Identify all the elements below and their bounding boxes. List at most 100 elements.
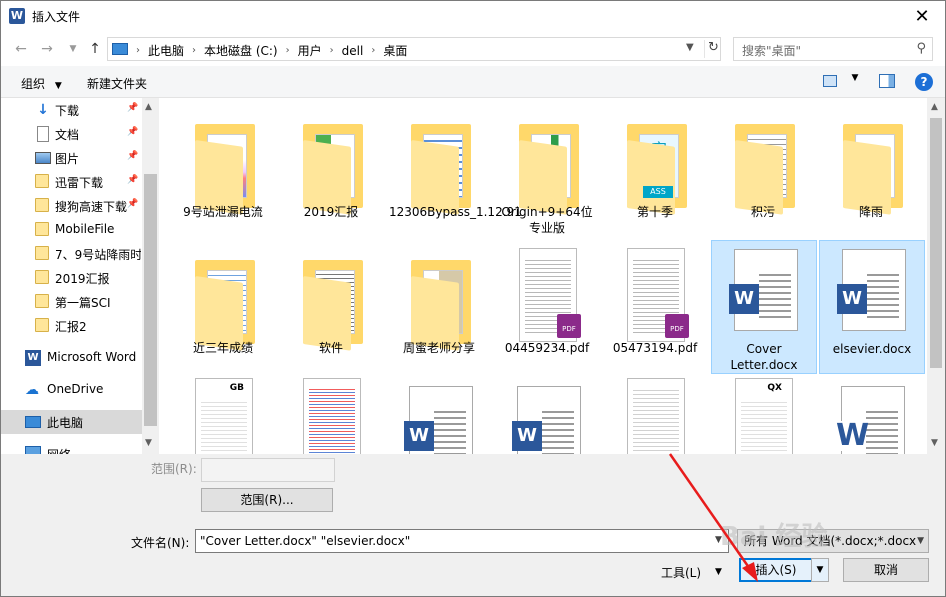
folder-icon: 字 ASS [627,124,687,215]
file-list-scroll-thumb[interactable] [930,118,942,368]
word-document-icon: W [836,386,905,454]
back-arrow-icon[interactable]: ← [11,40,31,58]
scroll-up-icon[interactable]: ▲ [931,102,938,112]
chevron-right-icon[interactable]: › [328,45,336,56]
navigation-bar: ← → ▼ ↑ › 此电脑 › 本地磁盘 (C:) › 用户 › dell › … [1,32,945,64]
sidebar-item-network[interactable]: 网络 [1,442,142,454]
pdf-item[interactable]: PDF 04459234.pdf [497,242,597,372]
sidebar-scrollbar[interactable]: ▲ ▼ [142,98,159,454]
sidebar-item-label: 网络 [47,446,141,454]
file-name: 9号站泄漏电流 [183,205,263,219]
sidebar-item-microsoft-word[interactable]: W Microsoft Word [1,346,142,370]
breadcrumb-desktop[interactable]: 桌面 [377,42,413,59]
sidebar-item-downloads[interactable]: ↓ 下载 📌 [1,98,142,122]
filename-input[interactable]: "Cover Letter.docx" "elsevier.docx" [195,529,729,553]
sidebar-item-mobilefile[interactable]: MobileFile [1,218,142,242]
pin-icon[interactable]: 📌 [127,175,138,185]
forward-arrow-icon[interactable]: → [37,40,57,58]
chevron-right-icon[interactable]: › [134,45,142,56]
preview-pane-icon[interactable] [879,74,895,88]
word-document-icon: W [512,386,581,454]
range-button[interactable]: 范围(R)... [201,488,333,512]
pdf-item[interactable]: GB [173,378,273,454]
file-name: 2019汇报 [303,205,359,219]
pin-icon[interactable]: 📌 [127,103,138,113]
folder-icon [195,260,255,351]
chevron-right-icon[interactable]: › [190,45,198,56]
scroll-down-icon[interactable]: ▼ [931,438,938,448]
search-placeholder: 搜索"桌面" [742,44,802,58]
change-view-icon[interactable] [823,75,837,87]
navigation-pane: ↓ 下载 📌 文档 📌 图片 📌 迅雷下载 📌 搜狗高速下载 📌 MobileF… [1,98,159,454]
doc-item[interactable]: W [821,378,921,454]
new-folder-button[interactable]: 新建文件夹 [87,75,147,92]
sidebar-item-pictures[interactable]: 图片 📌 [1,146,142,170]
tools-button[interactable]: 工具(L) [661,564,701,581]
file-name: 12306Bypass_1.12.91 [389,205,522,219]
insert-button[interactable]: 插入(S) [739,558,813,582]
sidebar-item-first-sci[interactable]: 第一篇SCI [1,290,142,314]
breadcrumb-local-disk[interactable]: 本地磁盘 (C:) [198,42,284,59]
word-app-icon: W [9,8,25,24]
docx-item[interactable]: W [497,378,597,454]
pdf-thumbnail [627,378,685,454]
folder-item[interactable]: a 降雨 [821,106,921,236]
breadcrumb-users[interactable]: 用户 [292,42,328,59]
folder-item[interactable]: 9号站泄漏电流 [173,106,273,236]
up-arrow-icon[interactable]: ↑ [85,40,105,58]
pdf-item[interactable]: PDF 05473194.pdf [605,242,705,372]
sidebar-item-this-pc[interactable]: 此电脑 [1,410,142,434]
computer-icon [25,416,41,428]
docx-item-selected[interactable]: W elsevier.docx [819,240,925,374]
recent-locations-chevron-icon[interactable]: ▼ [63,40,83,58]
folder-icon [35,294,49,308]
docx-item[interactable]: W [389,378,489,454]
scroll-up-icon[interactable]: ▲ [145,102,152,112]
cancel-button[interactable]: 取消 [843,558,929,582]
sidebar-item-label: OneDrive [47,382,104,396]
pdf-item[interactable] [281,378,381,454]
pdf-item[interactable] [605,378,705,454]
folder-item[interactable]: 积污 [713,106,813,236]
sidebar-item-sogou[interactable]: 搜狗高速下载 📌 [1,194,142,218]
refresh-icon[interactable]: ↻ [704,40,722,58]
chevron-right-icon[interactable]: › [284,45,292,56]
sidebar-item-onedrive[interactable]: ☁ OneDrive [1,378,142,402]
sidebar-item-label: 汇报2 [55,320,87,334]
pdf-item[interactable]: QX [713,378,813,454]
pin-icon[interactable]: 📌 [127,151,138,161]
sidebar-item-documents[interactable]: 文档 📌 [1,122,142,146]
folder-item[interactable]: Origin+9+64位专业版 [497,106,597,236]
sidebar-item-rain-station[interactable]: 7、9号站降雨时 [1,242,142,266]
scroll-down-icon[interactable]: ▼ [145,438,152,448]
close-button[interactable]: ✕ [899,1,945,32]
organize-button[interactable]: 组织 ▼ [21,75,62,92]
breadcrumb-dell[interactable]: dell [336,44,370,58]
pin-icon[interactable]: 📌 [127,199,138,209]
folder-item[interactable]: 12306Bypass_1.12.91 [389,106,522,236]
folder-item[interactable]: 2019汇报 [281,106,381,236]
tools-chevron-down-icon[interactable]: ▼ [715,567,722,577]
folder-icon [411,124,471,215]
insert-options-chevron-icon[interactable]: ▼ [811,558,829,582]
search-icon[interactable]: ⚲ [916,41,926,56]
sidebar-item-xunlei[interactable]: 迅雷下载 📌 [1,170,142,194]
help-icon[interactable]: ? [915,73,933,91]
view-options-chevron-icon[interactable]: ▼ [847,73,863,89]
folder-item[interactable]: 近三年成绩 [173,242,273,372]
sidebar-item-2019-report[interactable]: 2019汇报 [1,266,142,290]
search-input[interactable]: 搜索"桌面" ⚲ [733,37,933,61]
folder-item[interactable]: 软件 [281,242,381,372]
address-history-chevron-icon[interactable]: ▼ [686,42,694,53]
breadcrumb-this-pc[interactable]: 此电脑 [142,42,190,59]
docx-item-selected[interactable]: W Cover Letter.docx [711,240,817,374]
chevron-right-icon[interactable]: › [369,45,377,56]
address-bar[interactable]: › 此电脑 › 本地磁盘 (C:) › 用户 › dell › 桌面 ▼ ↻ [107,37,721,61]
file-list-scrollbar[interactable]: ▲ ▼ [927,98,945,454]
sidebar-scroll-thumb[interactable] [144,174,157,426]
sidebar-item-report2[interactable]: 汇报2 [1,314,142,338]
pin-icon[interactable]: 📌 [127,127,138,137]
folder-item[interactable]: 周蜜老师分享 [389,242,489,372]
sidebar-item-label: 7、9号站降雨时 [55,248,141,262]
folder-item[interactable]: 字 ASS 第十季 [605,106,705,236]
